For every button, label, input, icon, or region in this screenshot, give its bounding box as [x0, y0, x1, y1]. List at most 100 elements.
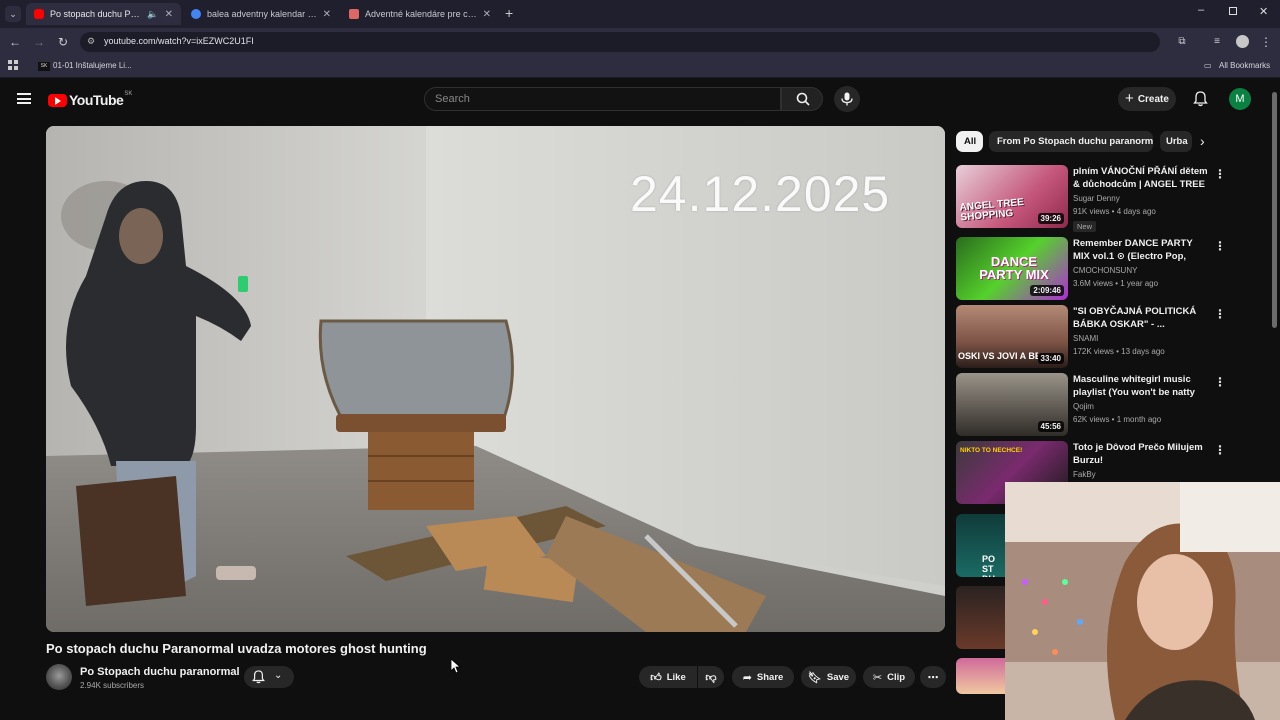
channel-avatar[interactable]	[46, 664, 72, 690]
share-label: Share	[756, 671, 784, 683]
search-input[interactable]: Search	[424, 87, 781, 111]
restore-icon[interactable]	[1229, 7, 1237, 15]
channel-name[interactable]: Sugar Denny	[1073, 194, 1120, 203]
all-bookmarks-link[interactable]: All Bookmarks	[1219, 61, 1270, 70]
channel-name[interactable]: SNAMI	[1073, 334, 1098, 343]
more-vertical-icon[interactable]: ⋮	[1214, 375, 1226, 389]
channel-name[interactable]: CMOCHONSUNY	[1073, 266, 1137, 275]
video-thumbnail[interactable]	[956, 586, 1006, 649]
scissors-icon: ✂	[872, 671, 883, 684]
browser-tab[interactable]: balea adventny kalendar 2025 ✕	[183, 3, 339, 25]
like-button[interactable]: 👍︎ Like	[639, 666, 697, 688]
thumbs-down-icon: 👎︎	[705, 671, 717, 684]
share-button[interactable]: ➦ Share	[732, 666, 794, 688]
site-favicon-icon	[349, 9, 359, 19]
speaker-icon[interactable]: 🔈	[147, 9, 158, 20]
youtube-logo[interactable]: YouTube SK	[48, 91, 132, 108]
thumbnail-text: NIKTO TO NECHCE!	[960, 447, 1023, 454]
thumbnail-text: DANCE PARTY MIX	[979, 254, 1049, 282]
list-item[interactable]: ANGEL TREE SHOPPING 39:26 plním VÁNOČNÍ …	[956, 165, 1236, 232]
channel-name[interactable]: Po Stopach duchu paranormal	[80, 666, 240, 678]
share-arrow-icon: ➦	[742, 671, 752, 684]
more-actions-button[interactable]: ⋯	[920, 666, 946, 688]
back-icon[interactable]: ←	[7, 34, 23, 50]
video-thumbnail[interactable]: OSKI VS JOVI A BE 33:40	[956, 305, 1068, 368]
tab-search-chevron-icon[interactable]: ⌄	[5, 6, 21, 22]
subscription-bell-button[interactable]: ⌄	[244, 666, 294, 688]
address-bar[interactable]: ⚙ youtube.com/watch?v=ixEZWC2U1FI	[80, 32, 1160, 52]
thumbs-up-icon: 👍︎	[650, 671, 662, 684]
webcam-overlay	[1005, 482, 1280, 720]
video-thumbnail[interactable]: PO ST DU	[956, 514, 1006, 577]
reload-icon[interactable]: ↻	[55, 34, 71, 50]
video-title[interactable]: Remember DANCE PARTY MIX vol.1 ⊙ (Electr…	[1073, 237, 1211, 264]
video-duration: 2:09:46	[1030, 285, 1064, 296]
media-control-icon[interactable]: ≡	[1209, 34, 1225, 50]
video-duration: 45:56	[1037, 421, 1064, 432]
more-vertical-icon[interactable]: ⋮	[1214, 307, 1226, 321]
bookmark-favicon-icon: SK	[38, 62, 50, 71]
video-meta: 91K views • 4 days ago	[1073, 207, 1156, 216]
apps-grid-icon[interactable]	[8, 60, 18, 70]
video-thumbnail[interactable]: DANCE PARTY MIX 2:09:46	[956, 237, 1068, 300]
thumbnail-text: OSKI VS JOVI A BE	[958, 351, 1038, 361]
video-date-overlay: 24.12.2025	[630, 166, 891, 222]
browser-menu-icon[interactable]: ⋮	[1258, 34, 1274, 50]
profile-icon[interactable]	[1234, 34, 1250, 50]
save-label: Save	[826, 671, 850, 683]
more-vertical-icon[interactable]: ⋮	[1214, 239, 1226, 253]
chip-from-channel[interactable]: From Po Stopach duchu paranormal	[989, 131, 1153, 152]
close-tab-icon[interactable]: ✕	[317, 9, 331, 20]
extensions-icon[interactable]: ⧉	[1174, 34, 1190, 50]
youtube-wordmark: YouTube	[69, 92, 124, 108]
more-vertical-icon[interactable]: ⋮	[1214, 443, 1226, 457]
close-tab-icon[interactable]: ✕	[159, 9, 173, 20]
list-item[interactable]: 45:56 Masculine whitegirl music playlist…	[956, 373, 1236, 437]
video-title[interactable]: plním VÁNOČNÍ PŘÁNÍ dětem & důchodcům | …	[1073, 165, 1211, 192]
youtube-play-icon	[48, 93, 67, 107]
close-window-icon[interactable]: ✕	[1259, 5, 1268, 18]
video-thumbnail[interactable]: ANGEL TREE SHOPPING 39:26	[956, 165, 1068, 228]
channel-name[interactable]: FakBy	[1073, 470, 1096, 479]
account-avatar[interactable]: M	[1229, 88, 1251, 110]
video-title[interactable]: "SI OBYČAJNÁ POLITICKÁ BÁBKA OSKAR" - ..…	[1073, 305, 1211, 331]
create-button[interactable]: + Create	[1118, 87, 1176, 111]
video-meta: 172K views • 13 days ago	[1073, 347, 1165, 356]
chip-all[interactable]: All	[956, 131, 983, 152]
clip-button[interactable]: ✂ Clip	[863, 666, 915, 688]
save-button[interactable]: 🔖︎ Save	[801, 666, 856, 688]
thumbnail-text: PO ST DU	[982, 554, 996, 577]
voice-search-button[interactable]	[834, 86, 860, 112]
clip-label: Clip	[887, 671, 906, 683]
video-title[interactable]: Masculine whitegirl music playlist (You …	[1073, 373, 1211, 400]
sidebar-scrollbar[interactable]	[1272, 92, 1277, 328]
bookmarks-bar: SK 01-01 Inštalujeme Li... ▭ All Bookmar…	[0, 56, 1280, 78]
close-tab-icon[interactable]: ✕	[477, 9, 491, 20]
folder-icon: ▭	[1204, 61, 1212, 70]
notifications-bell-icon[interactable]	[1193, 91, 1208, 112]
browser-tab[interactable]: Adventné kalendáre pre celú r ✕	[341, 3, 499, 25]
video-thumbnail[interactable]: 45:56	[956, 373, 1068, 436]
webcam-frame	[1005, 482, 1280, 720]
video-meta: 62K views • 1 month ago	[1073, 415, 1162, 424]
chip-urban[interactable]: Urba	[1160, 131, 1192, 152]
site-info-icon[interactable]: ⚙	[87, 36, 95, 47]
channel-name[interactable]: Qojim	[1073, 402, 1094, 411]
search-button[interactable]	[781, 87, 823, 111]
chips-next-chevron-icon[interactable]: ›	[1200, 133, 1205, 149]
bookmark-link[interactable]: 01-01 Inštalujeme Li...	[53, 61, 132, 70]
minimize-icon[interactable]: –	[1198, 4, 1204, 16]
list-item[interactable]: OSKI VS JOVI A BE 33:40 "SI OBYČAJNÁ POL…	[956, 305, 1236, 369]
new-tab-icon[interactable]: +	[505, 5, 513, 21]
more-vertical-icon[interactable]: ⋮	[1214, 167, 1226, 181]
forward-icon[interactable]: →	[31, 34, 47, 50]
browser-tab[interactable]: Po stopach duchu Paranormal 🔈 ✕	[26, 3, 181, 25]
video-thumbnail[interactable]	[956, 658, 1006, 694]
url-text: youtube.com/watch?v=ixEZWC2U1FI	[104, 36, 254, 46]
mouse-cursor-icon	[450, 658, 462, 679]
list-item[interactable]: DANCE PARTY MIX 2:09:46 Remember DANCE P…	[956, 237, 1236, 301]
dislike-button[interactable]: 👎︎	[698, 666, 724, 688]
hamburger-menu-icon[interactable]	[17, 93, 31, 104]
video-title[interactable]: Toto je Dôvod Prečo Milujem Burzu!	[1073, 441, 1211, 467]
subscriber-count: 2.94K subscribers	[80, 681, 145, 690]
